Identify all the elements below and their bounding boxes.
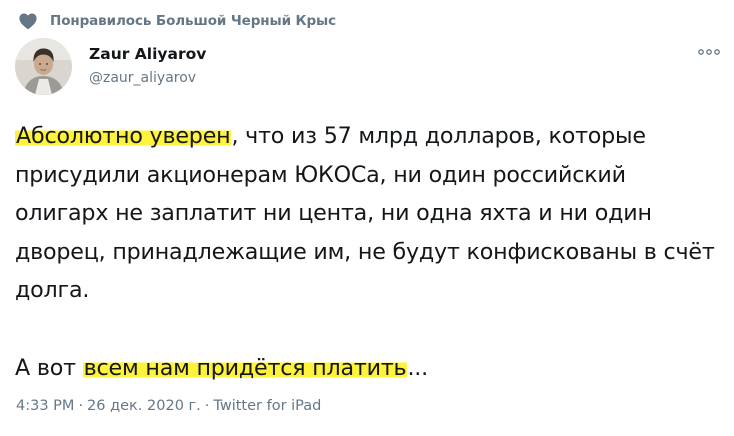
highlighted-text: всем нам придётся платить (82, 354, 408, 381)
author-name[interactable]: Zaur Aliyarov (89, 45, 206, 63)
tweet-text-segment: ... (407, 354, 428, 381)
separator: · (78, 398, 84, 414)
author-handle[interactable]: @zaur_aliyarov (89, 70, 196, 86)
tweet-text-segment: А вот (15, 354, 83, 381)
tweet-paragraph: Абсолютно уверен, что из 57 млрд долларо… (15, 117, 720, 310)
tweet-source[interactable]: Twitter for iPad (213, 398, 321, 414)
tweet-text-segment: , что из 57 млрд долларов, которые прису… (15, 123, 715, 304)
tweet-date[interactable]: 26 дек. 2020 г. (87, 398, 201, 414)
social-context[interactable]: Понравилось Большой Черный Крыс (18, 10, 336, 32)
tweet-text: Абсолютно уверен, что из 57 млрд долларо… (15, 117, 720, 387)
highlighted-text: Абсолютно уверен (15, 123, 232, 149)
tweet-time[interactable]: 4:33 PM (16, 398, 74, 414)
heart-icon (18, 12, 38, 30)
social-context-text[interactable]: Понравилось Большой Черный Крыс (50, 13, 336, 29)
separator: · (204, 398, 210, 414)
tweet-paragraph: А вот всем нам придётся платить... (15, 349, 720, 388)
tweet-meta: 4:33 PM · 26 дек. 2020 г. · Twitter for … (16, 398, 321, 414)
more-options-icon[interactable] (695, 41, 723, 63)
avatar[interactable] (15, 38, 72, 95)
